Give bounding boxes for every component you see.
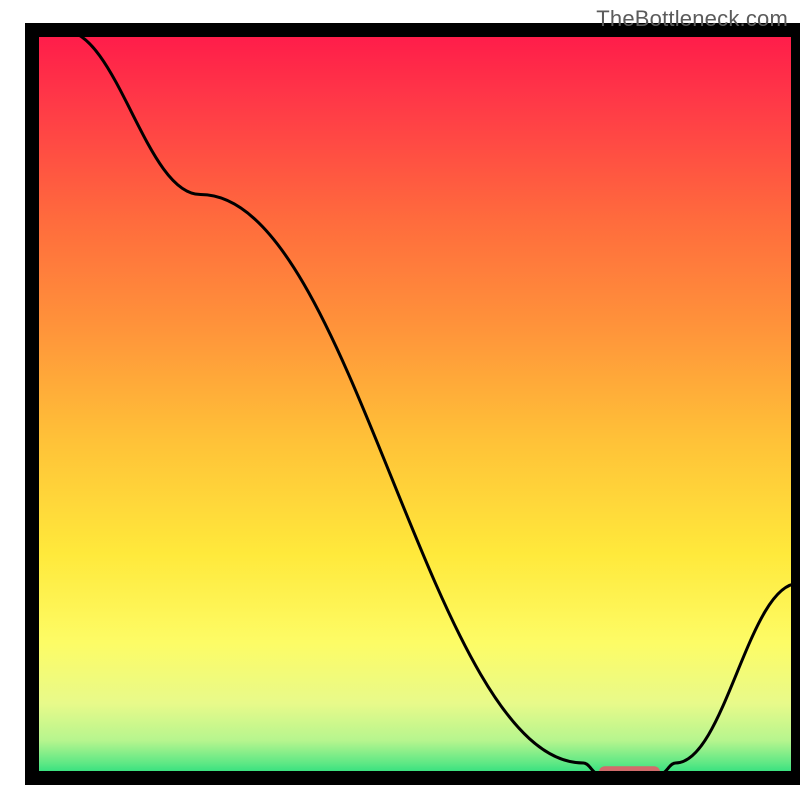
- watermark-text: TheBottleneck.com: [596, 6, 788, 32]
- chart-container: TheBottleneck.com: [0, 0, 800, 800]
- bottleneck-chart: [0, 0, 800, 800]
